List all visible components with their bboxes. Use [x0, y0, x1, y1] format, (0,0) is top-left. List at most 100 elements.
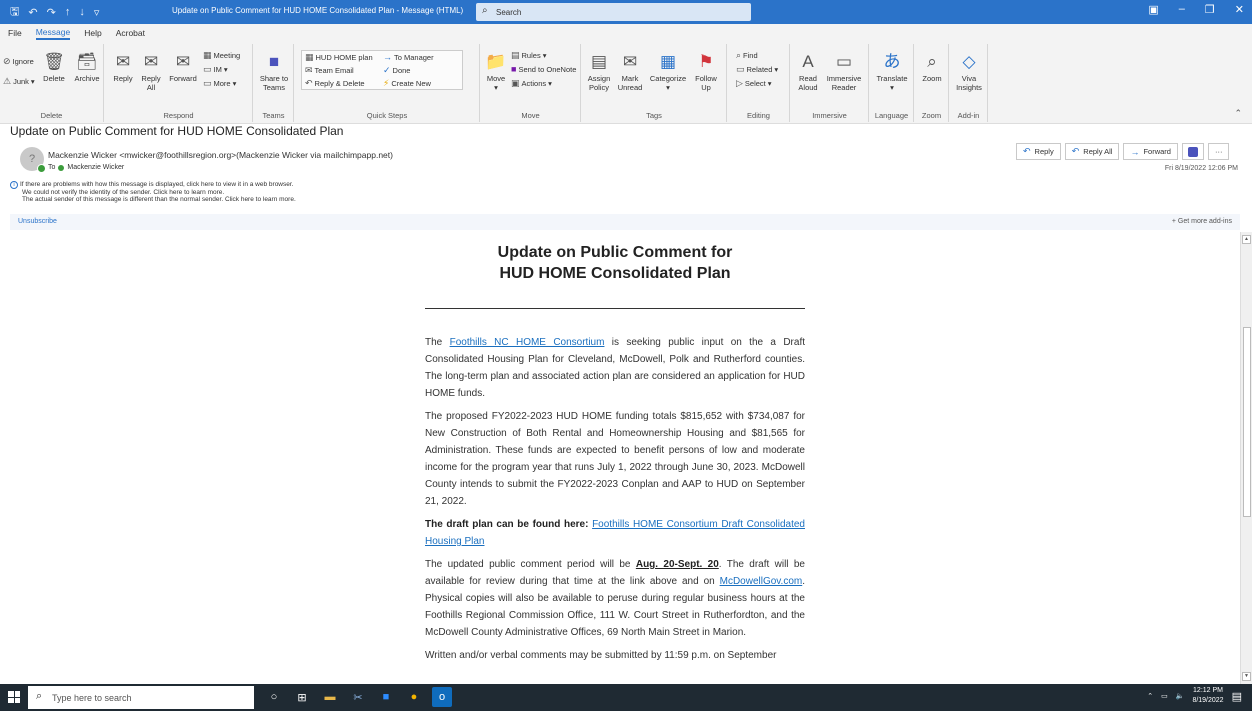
- zoom-button[interactable]: ⌕ Zoom: [918, 52, 946, 83]
- share-to-teams-button[interactable]: ■ Share to Teams: [258, 52, 290, 92]
- find-icon: ⌕: [736, 50, 742, 60]
- clock[interactable]: 12:12 PM 8/19/2022: [1192, 686, 1223, 706]
- move-icon: 📁: [485, 52, 507, 71]
- read-aloud-icon: A: [802, 52, 814, 71]
- minimize-icon[interactable]: –: [1179, 3, 1185, 16]
- send-to-onenote-button[interactable]: ■ Send to OneNote: [511, 64, 576, 74]
- chrome-icon[interactable]: ●: [404, 687, 424, 707]
- ribbon-display-icon[interactable]: ▣: [1148, 3, 1158, 16]
- reply-icon: ↶: [1023, 146, 1031, 156]
- save-icon[interactable]: 🖫: [10, 3, 19, 22]
- scroll-up-icon[interactable]: ▲: [1242, 235, 1251, 244]
- mail-icon: ✉: [305, 65, 313, 75]
- tab-message[interactable]: Message: [35, 27, 71, 40]
- assign-policy-button[interactable]: ▤ Assign Policy: [584, 52, 614, 92]
- info-bar[interactable]: i If there are problems with how this mes…: [10, 181, 296, 203]
- trash-icon: 🗑: [43, 52, 65, 71]
- reply-all-action-button[interactable]: ↶ Reply All: [1064, 143, 1120, 160]
- teams-action-button[interactable]: [1181, 143, 1204, 160]
- group-label: Tags: [646, 111, 662, 120]
- reply-all-icon: ✉: [143, 52, 159, 71]
- move-button[interactable]: 📁 Move ▾: [485, 52, 507, 92]
- meeting-button[interactable]: ▦ Meeting: [203, 50, 240, 61]
- read-aloud-button[interactable]: A Read Aloud: [795, 52, 821, 92]
- down-arrow-icon[interactable]: ↓: [79, 6, 85, 18]
- redo-icon[interactable]: ↷: [47, 6, 56, 19]
- collapse-ribbon-icon[interactable]: ⌃: [1234, 108, 1242, 119]
- reply-all-button[interactable]: ✉ Reply All: [139, 52, 163, 92]
- sender[interactable]: Mackenzie Wicker <mwicker@foothillsregio…: [48, 150, 393, 160]
- quickstep-create-new[interactable]: ⚡ Create New: [383, 78, 431, 89]
- im-button[interactable]: ▭ IM ▾: [203, 64, 228, 75]
- actions-button[interactable]: ▣ Actions ▾: [511, 78, 552, 89]
- snipping-tool-icon[interactable]: ✂: [348, 687, 368, 707]
- more-respond-button[interactable]: ▭ More ▾: [203, 78, 236, 89]
- tab-help[interactable]: Help: [84, 28, 101, 38]
- undo-icon[interactable]: ↶: [28, 6, 37, 19]
- mark-unread-button[interactable]: ✉ Mark Unread: [616, 52, 644, 92]
- window-title: Update on Public Comment for HUD HOME Co…: [172, 6, 464, 15]
- rules-button[interactable]: ▤ Rules ▾: [511, 50, 546, 61]
- more-actions-button[interactable]: ···: [1207, 143, 1230, 160]
- move-group: 📁 Move ▾ ▤ Rules ▾ ■ Send to OneNote ▣ Actions…: [481, 44, 581, 122]
- scrollbar[interactable]: ▲ ▼: [1240, 232, 1252, 684]
- file-explorer-icon[interactable]: ▬: [320, 687, 340, 707]
- delete-button[interactable]: 🗑 Delete: [40, 52, 68, 83]
- close-icon[interactable]: ✕: [1235, 3, 1244, 16]
- reply-action-button[interactable]: ↶ Reply: [1016, 143, 1061, 160]
- actions-icon: ▣: [511, 78, 520, 88]
- consortium-link[interactable]: Foothills NC HOME Consortium: [450, 337, 605, 348]
- tab-file[interactable]: File: [8, 28, 22, 38]
- mcdowellgov-link[interactable]: McDowellGov.com: [720, 576, 803, 587]
- restore-icon[interactable]: ❐: [1205, 3, 1215, 16]
- taskbar-search[interactable]: ⌕ Type here to search: [28, 686, 254, 709]
- outlook-icon[interactable]: o: [432, 687, 452, 707]
- translate-button[interactable]: あ Translate ▾: [874, 52, 910, 92]
- up-arrow-icon[interactable]: ↑: [65, 6, 71, 18]
- quickstep-to-manager[interactable]: → To Manager: [383, 52, 434, 62]
- forward-button[interactable]: ✉ Forward: [167, 52, 199, 83]
- categorize-button[interactable]: ▦ Categorize ▾: [646, 52, 690, 92]
- archive-button[interactable]: 🗃 Archive: [72, 52, 102, 83]
- group-label: Teams: [262, 111, 285, 120]
- immersive-reader-button[interactable]: ▭ Immersive Reader: [823, 52, 865, 92]
- get-add-ins-button[interactable]: + Get more add-ins: [1172, 218, 1232, 225]
- check-icon: ✓: [383, 65, 391, 75]
- quickstep-done[interactable]: ✓ Done: [383, 65, 410, 76]
- cortana-icon[interactable]: ○: [264, 687, 284, 707]
- quickstep-reply-delete[interactable]: ↶ Reply & Delete: [305, 78, 365, 89]
- ignore-button[interactable]: ⊘ Ignore: [3, 56, 34, 67]
- junk-button[interactable]: ⚠ Junk ▾: [3, 76, 35, 87]
- tray-overflow-icon[interactable]: ⌃: [1147, 692, 1153, 700]
- quickstep-team-email[interactable]: ✉ Team Email: [305, 65, 354, 76]
- avatar[interactable]: ?: [20, 147, 46, 173]
- follow-up-button[interactable]: ⚑ Follow Up: [692, 52, 720, 92]
- search-box[interactable]: ⌕ Search: [476, 3, 751, 21]
- zoom-app-icon[interactable]: ■: [376, 687, 396, 707]
- tab-acrobat[interactable]: Acrobat: [116, 28, 145, 38]
- unsubscribe-link[interactable]: Unsubscribe: [18, 218, 57, 225]
- select-button[interactable]: ▷ Select ▾: [736, 78, 772, 89]
- viva-insights-button[interactable]: ◇ Viva Insights: [953, 52, 985, 92]
- reply-button[interactable]: ✉ Reply: [111, 52, 135, 83]
- find-button[interactable]: ⌕ Find: [736, 50, 758, 61]
- windows-start-icon[interactable]: [8, 691, 20, 703]
- task-view-icon[interactable]: ⊞: [292, 687, 312, 707]
- scroll-thumb[interactable]: [1243, 327, 1251, 517]
- quickstep-hud-home-plan[interactable]: ▦ HUD HOME plan: [305, 52, 373, 63]
- network-icon[interactable]: ▭: [1161, 692, 1168, 700]
- related-button[interactable]: ▭ Related ▾: [736, 64, 778, 75]
- notifications-icon[interactable]: ▤: [1232, 690, 1242, 703]
- arrow-right-icon: →: [383, 52, 392, 62]
- volume-icon[interactable]: 🔈: [1176, 692, 1185, 700]
- forward-action-button[interactable]: → Forward: [1123, 143, 1178, 160]
- meeting-icon: ▦: [203, 50, 212, 60]
- ribbon-tabs: File Message Help Acrobat: [0, 24, 1252, 42]
- immersive-reader-icon: ▭: [835, 52, 853, 71]
- recipient[interactable]: Mackenzie Wicker: [67, 164, 124, 171]
- customize-icon[interactable]: ▿: [94, 6, 100, 19]
- categorize-icon: ▦: [659, 52, 677, 71]
- select-icon: ▷: [736, 78, 743, 88]
- scroll-down-icon[interactable]: ▼: [1242, 672, 1251, 681]
- paragraph: Written and/or verbal comments may be su…: [425, 650, 777, 661]
